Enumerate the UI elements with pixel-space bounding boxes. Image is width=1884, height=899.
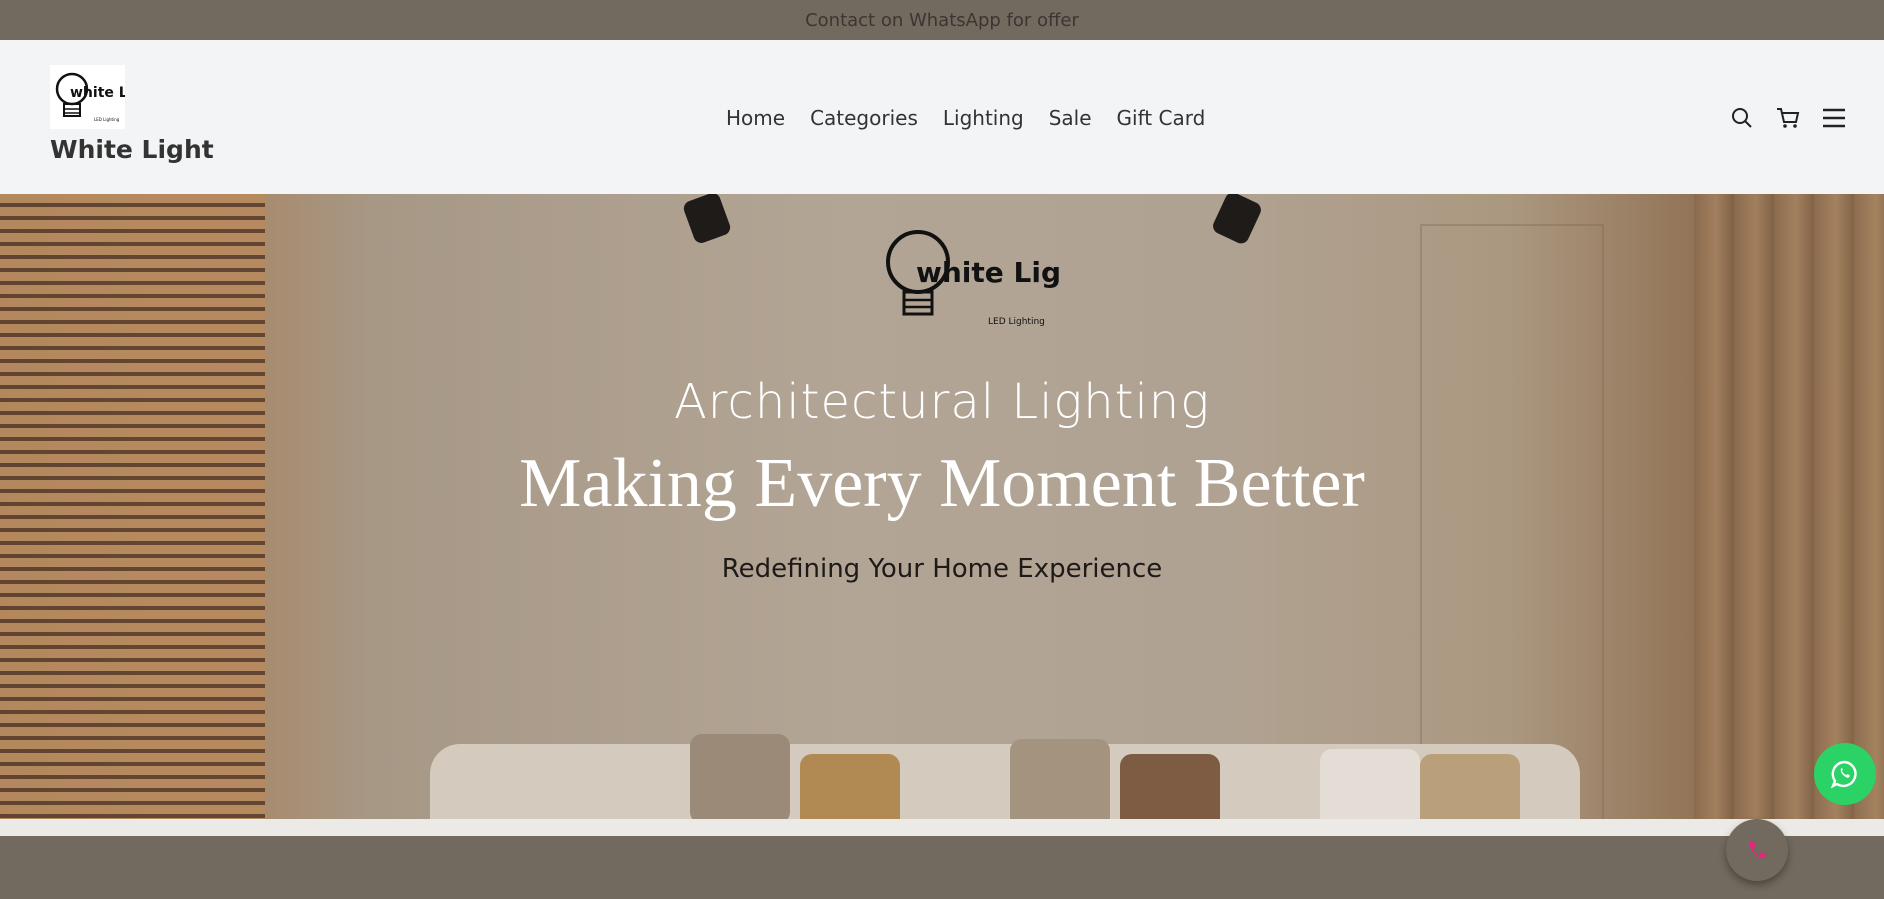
announcement-bar: Contact on WhatsApp for offer — [0, 0, 1884, 40]
main-nav: Home Categories Lighting Sale Gift Card — [726, 106, 1205, 130]
pillow-decoration — [800, 754, 900, 819]
brand-name[interactable]: White Light — [50, 135, 214, 164]
logo[interactable]: white Light LED Lighting — [50, 65, 159, 129]
menu-button[interactable] — [1820, 104, 1848, 132]
nav-lighting[interactable]: Lighting — [943, 106, 1024, 130]
hero-title: Making Every Moment Better — [519, 445, 1365, 522]
menu-icon — [1823, 108, 1845, 128]
nav-gift-card[interactable]: Gift Card — [1117, 106, 1206, 130]
cart-button[interactable] — [1774, 104, 1802, 132]
hero-logo-sub: LED Lighting — [988, 317, 1045, 327]
pillow-decoration — [1120, 754, 1220, 819]
pillow-decoration — [1420, 754, 1520, 819]
announcement-text: Contact on WhatsApp for offer — [805, 9, 1079, 31]
header-icons — [1728, 104, 1848, 132]
whatsapp-icon — [1830, 760, 1857, 789]
hero-logo: white Light LED Lighting — [880, 222, 1094, 336]
cart-icon — [1777, 108, 1800, 128]
hero-logo-text: white Light — [916, 256, 1060, 289]
nav-sale[interactable]: Sale — [1049, 106, 1092, 130]
search-button[interactable] — [1728, 104, 1756, 132]
nav-home[interactable]: Home — [726, 106, 785, 130]
nav-categories[interactable]: Categories — [810, 106, 918, 130]
lightbulb-logo-icon: white Light LED Lighting — [886, 230, 1094, 327]
site-header: white Light LED Lighting White Light Hom… — [0, 40, 1884, 194]
hero-subtitle: Architectural Lighting — [673, 374, 1211, 430]
phone-icon — [1749, 842, 1766, 859]
search-icon — [1732, 108, 1752, 128]
pillow-decoration — [1320, 749, 1420, 819]
footer-band — [0, 836, 1884, 899]
pillow-decoration — [1010, 739, 1110, 819]
pillow-decoration — [690, 734, 790, 819]
whatsapp-button[interactable] — [1814, 743, 1876, 805]
divider-strip — [0, 819, 1884, 836]
hero-tagline: Redefining Your Home Experience — [721, 554, 1163, 584]
logo-sub-text: LED Lighting — [94, 117, 120, 122]
spotlight-right-decoration — [1210, 194, 1264, 246]
hero-banner: white Light LED Lighting Architectural L… — [0, 194, 1884, 819]
call-button[interactable] — [1726, 819, 1788, 881]
logo-word-white: white Light — [70, 85, 125, 101]
spotlight-left-decoration — [681, 194, 733, 246]
lightbulb-logo-icon: white Light LED Lighting — [55, 72, 159, 122]
